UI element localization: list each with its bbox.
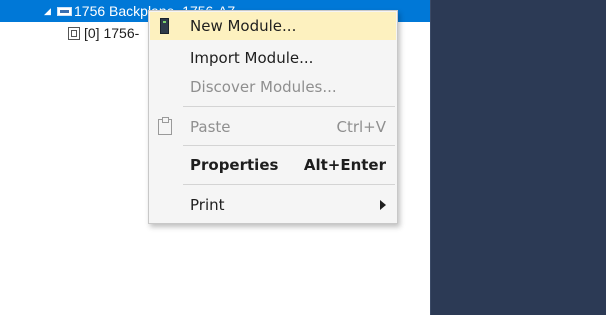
- menu-separator: [183, 145, 395, 146]
- menu-item-label: Import Module...: [190, 49, 314, 67]
- menu-item-shortcut: Ctrl+V: [336, 118, 386, 136]
- menu-item-label: New Module...: [190, 17, 297, 35]
- backplane-icon: [57, 7, 72, 16]
- submenu-arrow-icon: [380, 200, 386, 210]
- menu-item-label: Discover Modules...: [190, 78, 337, 96]
- menu-item-import-module[interactable]: Import Module...: [150, 44, 396, 72]
- menu-item-print[interactable]: Print: [150, 191, 396, 219]
- menu-item-shortcut: Alt+Enter: [303, 156, 386, 174]
- menu-item-new-module[interactable]: New Module...: [150, 12, 396, 40]
- context-menu: New Module... Import Module... Discover …: [148, 10, 398, 224]
- menu-item-label: Properties: [190, 156, 279, 174]
- side-panel: [430, 0, 606, 315]
- new-module-icon: [160, 18, 169, 34]
- menu-item-properties[interactable]: Properties Alt+Enter: [150, 151, 396, 179]
- module-icon: [68, 27, 80, 40]
- menu-item-paste[interactable]: Paste Ctrl+V: [150, 113, 396, 141]
- menu-item-label: Paste: [190, 118, 231, 136]
- menu-item-label: Print: [190, 196, 225, 214]
- paste-icon: [158, 117, 172, 135]
- menu-item-discover-modules[interactable]: Discover Modules...: [150, 73, 396, 101]
- expand-arrow-icon[interactable]: ◢: [44, 6, 51, 17]
- tree-node-label: [0] 1756-: [84, 25, 140, 41]
- menu-separator: [183, 106, 395, 107]
- menu-separator: [183, 184, 395, 185]
